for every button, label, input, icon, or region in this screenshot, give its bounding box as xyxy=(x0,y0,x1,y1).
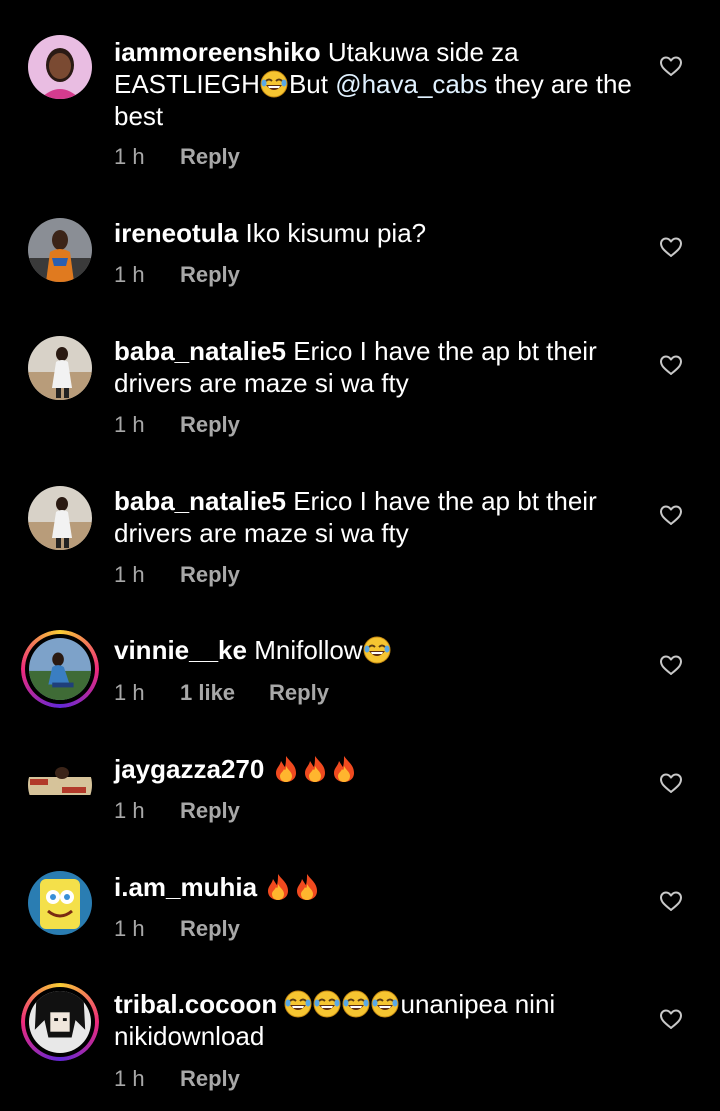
comment-time: 1 h xyxy=(114,262,145,287)
comment-meta: 1 h Reply xyxy=(114,262,240,288)
comment-time: 1 h xyxy=(114,412,145,437)
comment-username[interactable]: i.am_muhia xyxy=(114,872,257,902)
fire-emoji-icon xyxy=(264,873,292,901)
avatar-image xyxy=(28,35,92,99)
comment-time: 1 h xyxy=(114,1066,145,1091)
like-heart-icon[interactable] xyxy=(659,654,683,676)
comment-meta: 1 h Reply xyxy=(114,562,240,588)
avatar-image xyxy=(28,753,92,817)
fire-emoji-icon xyxy=(272,755,300,783)
mention-link[interactable]: @hava_cabs xyxy=(335,69,487,99)
avatar[interactable] xyxy=(28,753,92,817)
fire-emoji-icon xyxy=(293,873,321,901)
laugh-emoji-icon xyxy=(371,990,399,1018)
like-heart-icon[interactable] xyxy=(659,890,683,912)
like-heart-icon[interactable] xyxy=(659,772,683,794)
comment-text: baba_natalie5 Erico I have the ap bt the… xyxy=(114,485,654,549)
avatar-story-ring[interactable] xyxy=(21,630,99,708)
avatar[interactable] xyxy=(28,871,92,935)
comment-time: 1 h xyxy=(114,680,145,705)
comment-text: i.am_muhia xyxy=(114,871,654,903)
like-heart-icon[interactable] xyxy=(659,504,683,526)
comment-text: vinnie__ke Mnifollow xyxy=(114,634,654,666)
laugh-emoji-icon xyxy=(284,990,312,1018)
reply-button[interactable]: Reply xyxy=(180,144,240,170)
comment-text: tribal.cocoon unanipea nini nikidownload xyxy=(114,988,654,1052)
avatar[interactable] xyxy=(28,486,92,550)
comment-text: iammoreenshiko Utakuwa side za EASTLIEGH… xyxy=(114,36,654,132)
comment-text: jaygazza270 xyxy=(114,753,654,785)
fire-emoji-icon xyxy=(301,755,329,783)
avatar[interactable] xyxy=(28,35,92,99)
avatar[interactable] xyxy=(28,218,92,282)
comment-time: 1 h xyxy=(114,562,145,587)
comment-time: 1 h xyxy=(114,798,145,823)
comment-username[interactable]: iammoreenshiko xyxy=(114,37,321,67)
like-heart-icon[interactable] xyxy=(659,55,683,77)
comment-body: But xyxy=(288,69,336,99)
comment-username[interactable]: vinnie__ke xyxy=(114,635,247,665)
comment-username[interactable]: tribal.cocoon xyxy=(114,989,277,1019)
avatar[interactable] xyxy=(28,336,92,400)
comment-time: 1 h xyxy=(114,916,145,941)
comment-meta: 1 h 1 like Reply xyxy=(114,680,329,706)
reply-button[interactable]: Reply xyxy=(180,262,240,288)
laugh-emoji-icon xyxy=(260,70,288,98)
avatar-image xyxy=(29,991,91,1053)
comment-meta: 1 h Reply xyxy=(114,1066,240,1092)
like-heart-icon[interactable] xyxy=(659,236,683,258)
fire-emoji-icon xyxy=(330,755,358,783)
comment-text: baba_natalie5 Erico I have the ap bt the… xyxy=(114,335,654,399)
reply-button[interactable]: Reply xyxy=(180,562,240,588)
comment-username[interactable]: baba_natalie5 xyxy=(114,336,286,366)
comment-text: ireneotula Iko kisumu pia? xyxy=(114,217,654,249)
comment-body: Mnifollow xyxy=(254,635,363,665)
comment-meta: 1 h Reply xyxy=(114,798,240,824)
comment-username[interactable]: ireneotula xyxy=(114,218,238,248)
comment-meta: 1 h Reply xyxy=(114,412,240,438)
avatar-image xyxy=(28,486,92,550)
reply-button[interactable]: Reply xyxy=(180,798,240,824)
laugh-emoji-icon xyxy=(313,990,341,1018)
likes-count[interactable]: 1 like xyxy=(180,680,235,706)
comment-meta: 1 h Reply xyxy=(114,916,240,942)
laugh-emoji-icon xyxy=(363,636,391,664)
avatar-image xyxy=(28,336,92,400)
reply-button[interactable]: Reply xyxy=(269,680,329,706)
comment-username[interactable]: jaygazza270 xyxy=(114,754,264,784)
comment-body: Iko kisumu pia? xyxy=(245,218,427,248)
reply-button[interactable]: Reply xyxy=(180,916,240,942)
avatar-image xyxy=(28,871,92,935)
avatar-image xyxy=(29,638,91,700)
reply-button[interactable]: Reply xyxy=(180,1066,240,1092)
comment-time: 1 h xyxy=(114,144,145,169)
reply-button[interactable]: Reply xyxy=(180,412,240,438)
comment-meta: 1 h Reply xyxy=(114,144,240,170)
comment-username[interactable]: baba_natalie5 xyxy=(114,486,286,516)
like-heart-icon[interactable] xyxy=(659,1008,683,1030)
avatar-story-ring[interactable] xyxy=(21,983,99,1061)
like-heart-icon[interactable] xyxy=(659,354,683,376)
laugh-emoji-icon xyxy=(342,990,370,1018)
avatar-image xyxy=(28,218,92,282)
